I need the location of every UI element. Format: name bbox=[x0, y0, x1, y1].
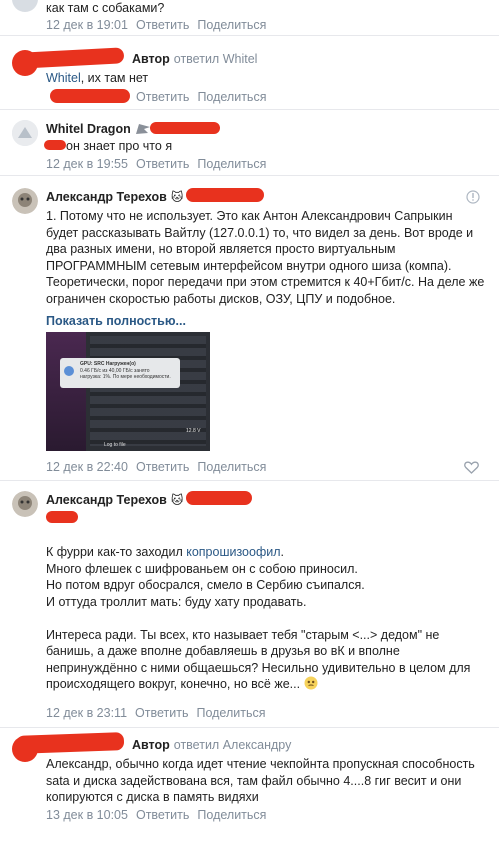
comment-text: 1. Потому что не использует. Это как Ант… bbox=[46, 209, 488, 306]
screenshot-footer: Log to file bbox=[104, 442, 126, 448]
flag-icon bbox=[135, 124, 150, 134]
comment-item: как там с собаками? 12 дек в 19:01 Ответ… bbox=[0, 0, 499, 36]
author-badge: Автор bbox=[132, 738, 170, 752]
comment-meta: 12 дек в 19:55 Ответить Поделиться bbox=[46, 157, 266, 171]
reply-button[interactable]: Ответить bbox=[136, 18, 189, 32]
comment-text: К фурри как-то заходил копрошизоофил. Мн… bbox=[46, 544, 486, 693]
redaction-mark bbox=[44, 140, 66, 150]
redaction-mark bbox=[19, 47, 125, 69]
author-badge: Автор bbox=[132, 52, 170, 66]
comment-text: как там с собаками? bbox=[46, 1, 165, 15]
avatar-image bbox=[12, 491, 38, 517]
avatar-image bbox=[12, 120, 38, 146]
reply-button[interactable]: Ответить bbox=[135, 706, 188, 720]
reply-button[interactable]: Ответить bbox=[136, 157, 189, 171]
comment-item: Александр Терехов 🐱 1. Потому что не исп… bbox=[0, 176, 499, 481]
comment-time[interactable]: 12 дек в 19:01 bbox=[46, 18, 128, 32]
redaction-mark bbox=[186, 188, 264, 202]
comment-header: Александр Терехов 🐱 bbox=[46, 190, 183, 204]
mention-link[interactable]: Whitel bbox=[46, 71, 81, 85]
comment-item: Whitel Dragon он знает про что я 12 дек … bbox=[0, 110, 499, 176]
emoji-icon bbox=[304, 676, 318, 690]
reply-button[interactable]: Ответить bbox=[136, 808, 189, 822]
screenshot-value: 12.8 V bbox=[186, 428, 201, 434]
share-button[interactable]: Поделиться bbox=[197, 460, 266, 474]
avatar[interactable] bbox=[12, 491, 38, 517]
heart-icon[interactable] bbox=[464, 461, 479, 474]
author-name[interactable]: Александр Терехов bbox=[46, 190, 167, 204]
comment-item: Александр Терехов 🐱 К фурри как-то заход… bbox=[0, 481, 499, 728]
redaction-mark bbox=[46, 511, 78, 523]
comment-header: Whitel Dragon bbox=[46, 122, 151, 136]
reply-to-link[interactable]: ответил Александру bbox=[174, 738, 292, 752]
popup-line: нагрузка: 1%. По мере необходимости. bbox=[80, 374, 171, 380]
author-name[interactable]: Whitel Dragon bbox=[46, 122, 131, 136]
comment-text: Александр, обычно когда идет чтение чекп… bbox=[46, 757, 479, 804]
comment-text-part: К фурри как-то заходил bbox=[46, 545, 187, 559]
comment-header: Автор ответил Александру bbox=[132, 738, 291, 752]
cat-emoji-icon: 🐱 bbox=[170, 493, 184, 507]
comment-text: Whitel, их там нет bbox=[46, 70, 486, 87]
comment-text: он знает про что я bbox=[66, 139, 173, 153]
redaction-mark bbox=[186, 491, 252, 505]
hashtag-link[interactable]: копрошизоофил bbox=[186, 545, 280, 559]
comment-item: Автор ответил Александру Александр, обыч… bbox=[0, 728, 499, 842]
share-button[interactable]: Поделиться bbox=[197, 808, 266, 822]
avatar-image bbox=[12, 188, 38, 214]
comment-text-part: . Много флешек с шифрованьем он с собою … bbox=[46, 545, 471, 691]
reply-button[interactable]: Ответить bbox=[136, 90, 189, 104]
share-button[interactable]: Поделиться bbox=[197, 18, 266, 32]
redaction-mark bbox=[50, 89, 130, 103]
comment-meta: 12 дек в 22:40 Ответить Поделиться bbox=[46, 460, 266, 474]
cat-emoji-icon: 🐱 bbox=[170, 190, 184, 204]
author-name[interactable]: Александр Терехов bbox=[46, 493, 167, 507]
avatar[interactable] bbox=[12, 120, 38, 146]
comment-time[interactable]: 12 дек в 19:55 bbox=[46, 157, 128, 171]
show-more-link[interactable]: Показать полностью... bbox=[46, 314, 186, 328]
comment-header: Автор ответил Whitel bbox=[132, 52, 257, 66]
comment-time[interactable]: 12 дек в 22:40 bbox=[46, 460, 128, 474]
share-button[interactable]: Поделиться bbox=[197, 90, 266, 104]
screenshot-left-bar bbox=[46, 332, 86, 451]
reply-to-link[interactable]: ответил Whitel bbox=[174, 52, 258, 66]
comment-meta: Ответить Поделиться bbox=[136, 90, 266, 104]
info-icon[interactable] bbox=[466, 190, 480, 204]
comment-time[interactable]: 13 дек в 10:05 bbox=[46, 808, 128, 822]
comment-meta: 12 дек в 23:11 Ответить Поделиться bbox=[46, 706, 266, 720]
avatar[interactable] bbox=[12, 0, 38, 12]
avatar[interactable] bbox=[12, 188, 38, 214]
comment-meta: 12 дек в 19:01 Ответить Поделиться bbox=[46, 18, 266, 32]
popup-info-icon bbox=[64, 366, 74, 376]
comment-meta: 13 дек в 10:05 Ответить Поделиться bbox=[46, 808, 266, 822]
share-button[interactable]: Поделиться bbox=[197, 157, 266, 171]
comment-header: Александр Терехов 🐱 bbox=[46, 493, 183, 507]
redaction-mark bbox=[150, 122, 220, 134]
comment-time[interactable]: 12 дек в 23:11 bbox=[46, 706, 127, 720]
share-button[interactable]: Поделиться bbox=[196, 706, 265, 720]
redaction-mark bbox=[15, 732, 125, 754]
reply-button[interactable]: Ответить bbox=[136, 460, 189, 474]
comment-text-rest: , их там нет bbox=[80, 71, 149, 85]
screenshot-popup: GPU: SRC Нагружен(о) 0.46 ГБ/с из 40,00 … bbox=[60, 358, 180, 388]
attached-image[interactable]: GPU: SRC Нагружен(о) 0.46 ГБ/с из 40,00 … bbox=[46, 332, 210, 451]
comment-item: Автор ответил Whitel Whitel, их там нет … bbox=[0, 36, 499, 110]
